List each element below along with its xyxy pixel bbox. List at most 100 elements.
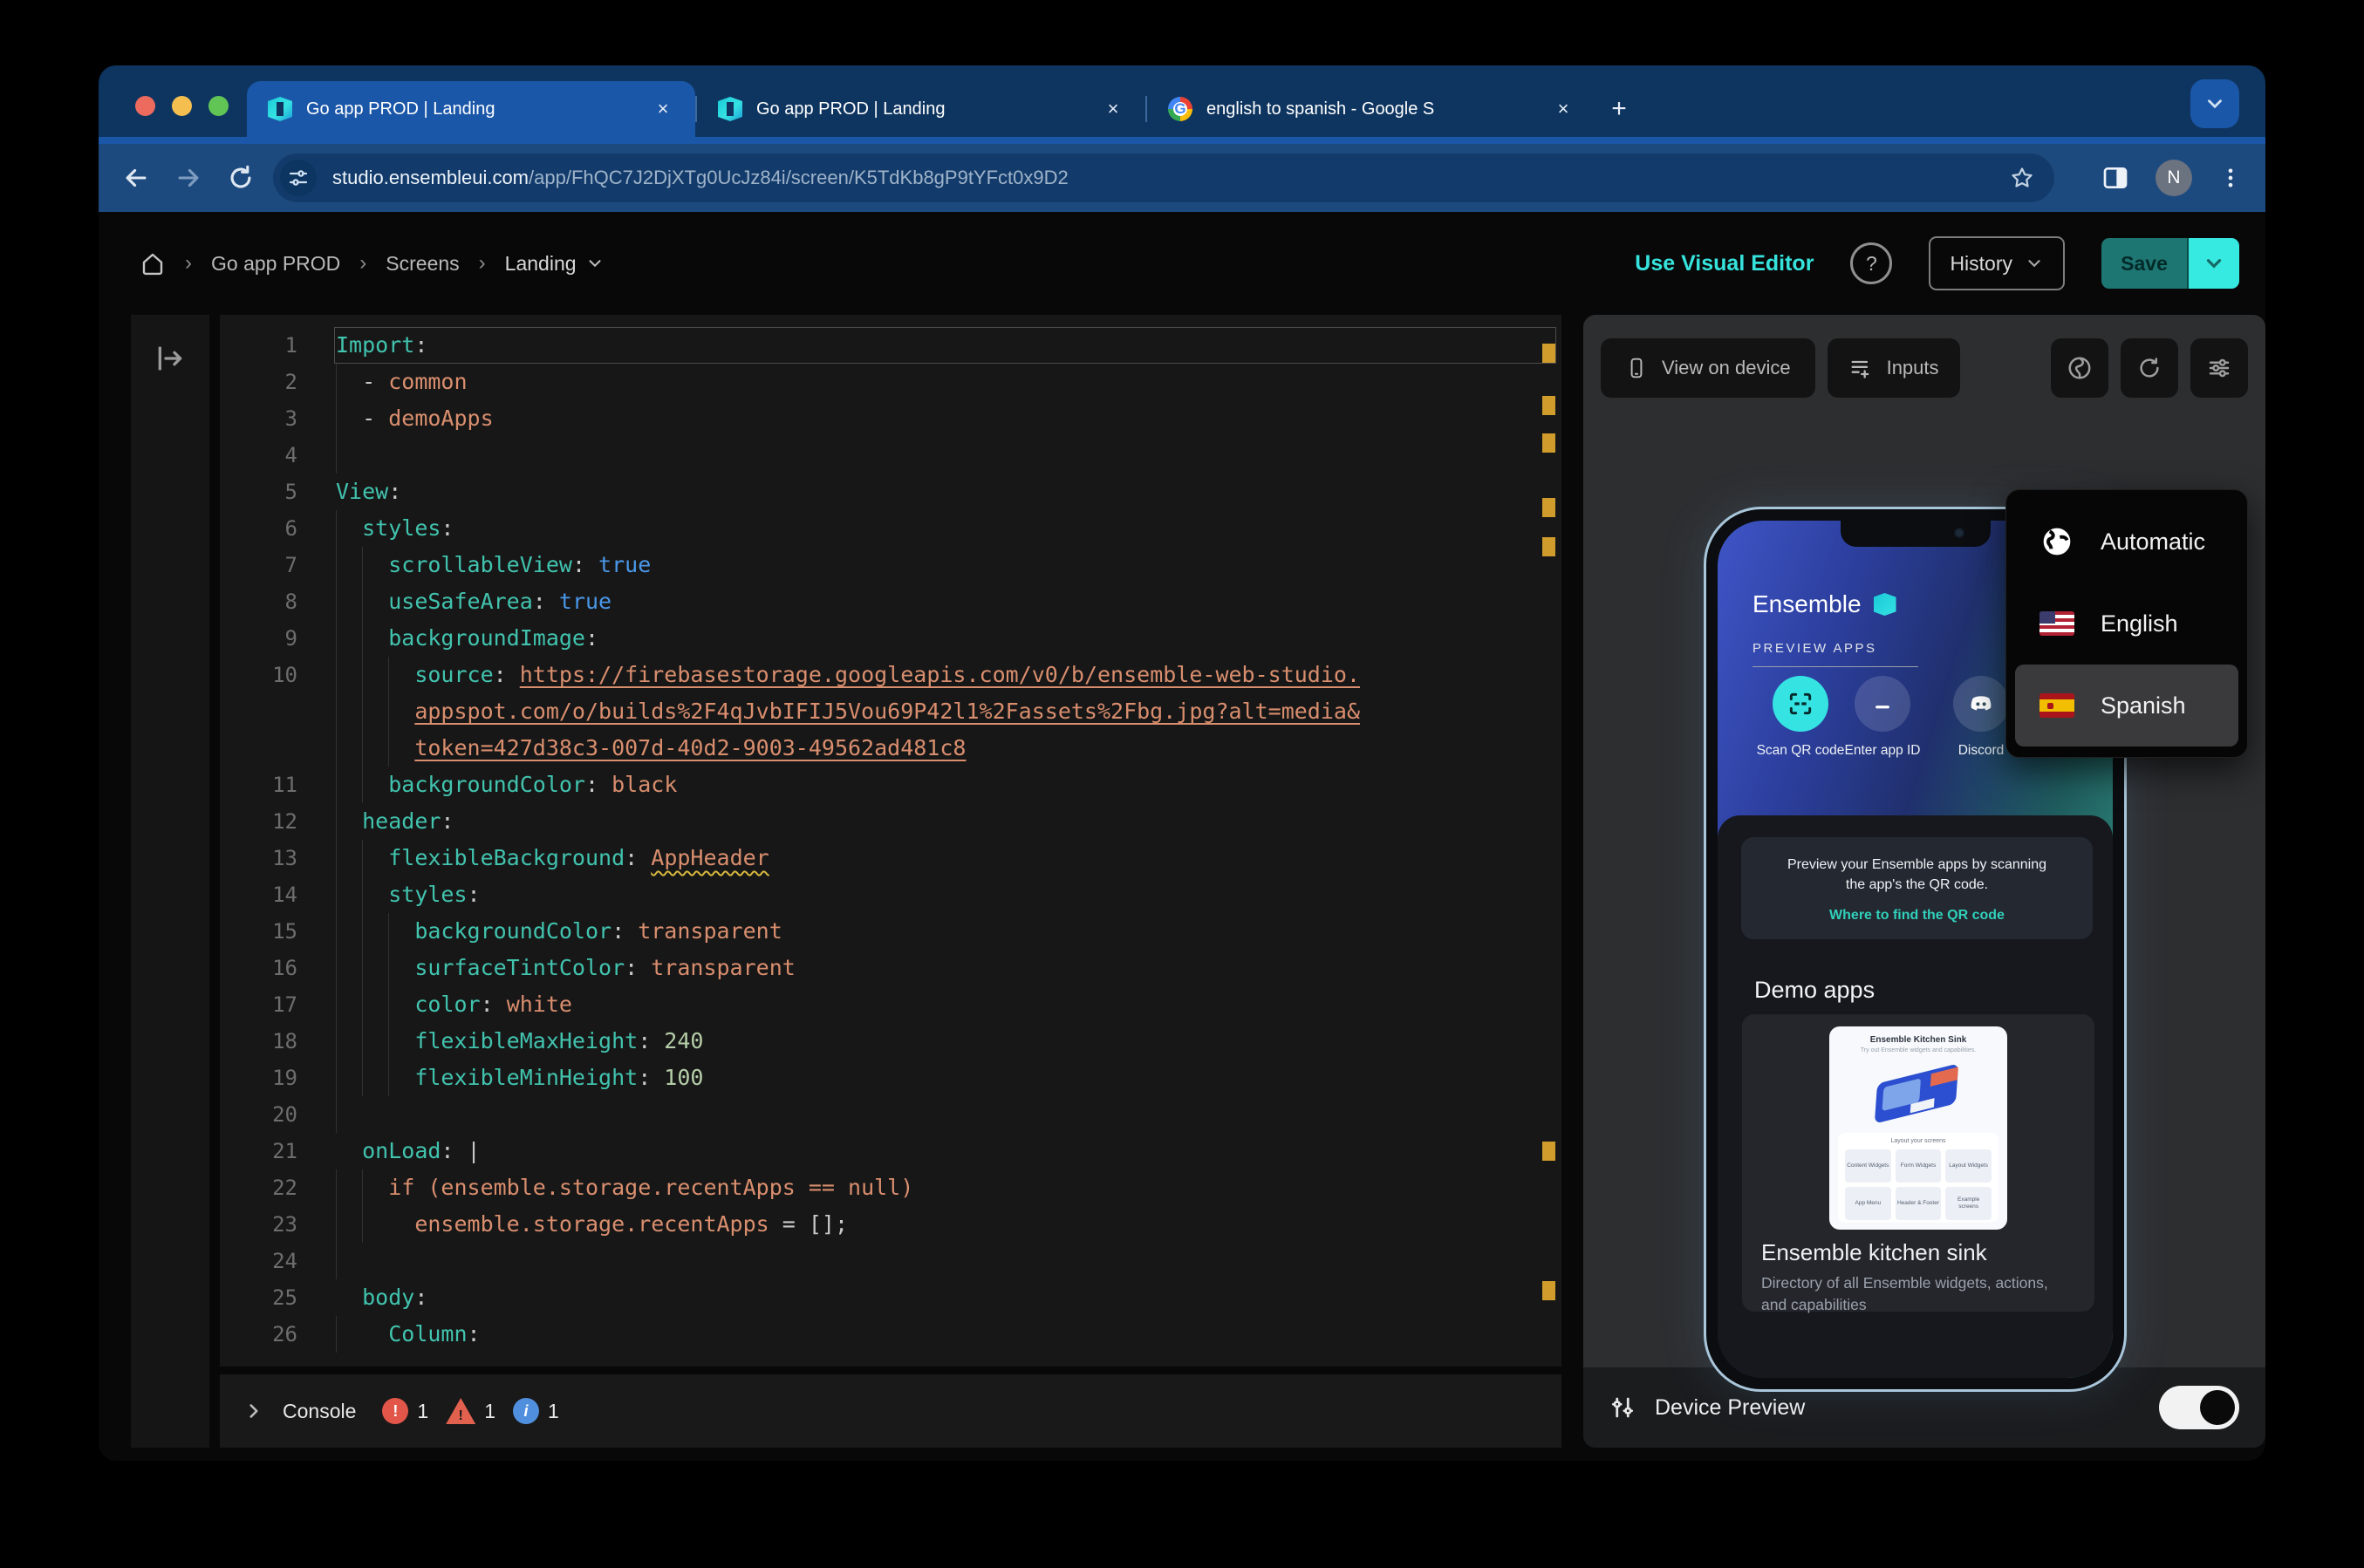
indent-guide [362,657,364,693]
back-button[interactable] [121,163,151,193]
overview-warning-marker [1542,344,1555,363]
workspace: 1 Import: 2 - common 3 - demoApps 4 5 View: 6 s… [99,315,2265,1461]
use-visual-editor-link[interactable]: Use Visual Editor [1635,251,1814,276]
sliders-icon [2209,358,2230,378]
address-bar[interactable]: studio.ensembleui.com/app/FhQC7J2DjXTg0U… [273,153,2054,202]
code-token-punc [336,955,414,980]
demo-app-thumbnail: Ensemble Kitchen Sink Try out Ensemble w… [1829,1026,2007,1230]
discord-icon [1971,696,1992,711]
code-token-punc: : [571,552,599,577]
side-panel-icon[interactable] [2101,164,2129,192]
demo-app-card[interactable]: Ensemble Kitchen Sink Try out Ensemble w… [1742,1014,2094,1313]
code-line: 10 source: https://firebasestorage.googl… [220,657,1561,693]
code-line: 23 ensemble.storage.recentApps = []; [220,1206,1561,1243]
google-favicon [1168,97,1192,121]
overview-warning-marker [1542,1142,1555,1161]
chevron-right-icon [249,1404,258,1418]
code-token-punc: : [414,332,428,358]
menu-kebab-icon[interactable] [2218,166,2243,190]
profile-avatar[interactable]: N [2156,160,2192,196]
chevron-down-icon [2028,260,2040,268]
close-tab-icon[interactable]: × [1100,98,1126,120]
code-line: 16 surfaceTintColor: transparent [220,950,1561,986]
code-token-punc [336,1211,414,1237]
code-token-key: scrollableView [388,552,572,577]
warning-icon: ! [446,1398,476,1424]
qr-info-card: Preview your Ensemble apps by scanning t… [1741,837,2093,939]
chevron-down-icon [589,260,601,268]
help-button[interactable]: ? [1850,242,1893,284]
code-token-str: common [388,369,468,394]
device-preview-label: Device Preview [1655,1394,1806,1420]
breadcrumb-screens[interactable]: Screens [386,252,459,276]
language-option-spanish[interactable]: Spanish [2015,665,2238,747]
minimize-window-button[interactable] [172,96,192,116]
breadcrumb-project[interactable]: Go app PROD [211,252,340,276]
code-token-punc [336,662,414,687]
code-token-punc: : [585,625,599,651]
code-token-key: onLoad [362,1138,441,1163]
code-token-punc: : [585,772,612,797]
refresh-preview-button[interactable] [2121,338,2178,398]
code-token-key: useSafeArea [388,589,533,614]
quick-action-enter-app-id[interactable]: Enter app ID [1834,676,1930,760]
code-line: appspot.com/o/builds%2F4qJvbIFIJ5Vou69P4… [220,693,1561,730]
ensemble-favicon [718,97,742,121]
indent-guide [336,693,337,730]
code-token-str: ensemble.storage.recentApps [414,1211,769,1237]
indent-guide [362,583,364,620]
inputs-button[interactable]: Inputs [1827,338,1960,398]
device-preview-toggle[interactable] [2159,1386,2239,1429]
save-dropdown-button[interactable] [2187,238,2239,289]
tab-search-button[interactable] [2190,79,2239,128]
language-dropdown: Automatic English Spanish [2005,489,2248,758]
site-info-icon[interactable] [280,160,317,196]
expand-panel-icon[interactable] [153,341,188,376]
history-button[interactable]: History [1929,236,2065,290]
line-number: 23 [272,1212,297,1237]
widget-tile: Layout Widgets [1945,1149,1992,1183]
code-token-key: flexibleMinHeight [414,1065,639,1090]
save-button[interactable]: Save [2101,238,2187,289]
browser-tab-2[interactable]: Go app PROD | Landing × [697,81,1145,137]
language-globe-button[interactable] [2051,338,2108,398]
view-on-device-button[interactable]: View on device [1601,338,1815,398]
indent-guide [362,950,364,986]
indent-guide [388,913,390,950]
qr-help-link[interactable]: Where to find the QR code [1741,905,2093,925]
indent-guide [336,1060,337,1096]
browser-tab-3[interactable]: english to spanish - Google S × [1147,81,1595,137]
console-bar[interactable]: Console ! 1 ! 1 i 1 [220,1374,1561,1448]
code-token-punc: : | [441,1138,481,1163]
browser-tab-1[interactable]: Go app PROD | Landing × [247,81,695,137]
language-option-english[interactable]: English [2015,583,2238,665]
code-token-punc: : [638,1028,665,1053]
widget-tile: App Menu [1845,1187,1891,1220]
url-text: studio.ensembleui.com/app/FhQC7J2DjXTg0U… [332,167,1069,188]
bookmark-star-icon[interactable] [2009,165,2035,191]
line-number: 7 [284,553,297,577]
maximize-window-button[interactable] [208,96,229,116]
code-editor[interactable]: 1 Import: 2 - common 3 - demoApps 4 5 View: 6 s… [220,315,1561,1367]
code-token-str: white [506,992,572,1017]
code-line: 24 [220,1243,1561,1279]
code-token-bool: true [558,589,612,614]
preview-settings-button[interactable] [2190,338,2248,398]
code-token-key: styles [388,882,468,907]
close-tab-icon[interactable]: × [1550,98,1576,120]
reload-button[interactable] [226,163,256,193]
code-token-key: View [336,479,389,504]
code-token-punc: : [532,589,559,614]
language-option-automatic[interactable]: Automatic [2015,501,2238,583]
new-tab-button[interactable]: + [1595,81,1643,137]
indent-guide [388,1023,390,1060]
chevron-down-icon [2208,99,2222,109]
breadcrumb-current-screen[interactable]: Landing [505,252,605,276]
indent-guide [336,1206,337,1243]
close-tab-icon[interactable]: × [650,98,676,120]
code-line: 2 - common [220,364,1561,400]
home-icon[interactable] [140,250,166,276]
close-window-button[interactable] [135,96,155,116]
code-line: 14 styles: [220,876,1561,913]
forward-button[interactable] [174,163,203,193]
